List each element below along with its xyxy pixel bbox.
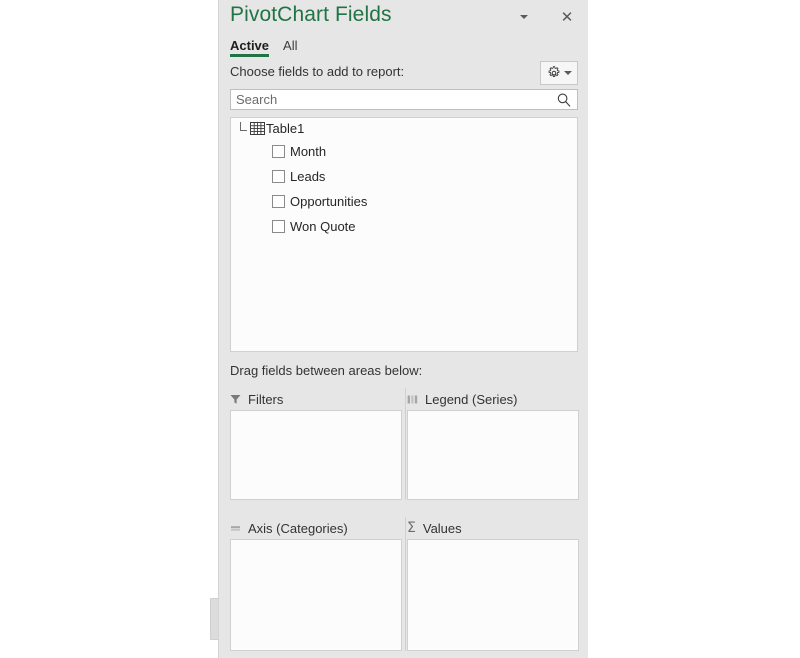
filter-funnel-icon — [230, 394, 241, 404]
pivotchart-fields-pane: PivotChart Fields ✕ Active All Choose fi… — [218, 0, 588, 658]
horizontal-bars-icon — [231, 525, 240, 531]
vertical-bars-icon — [407, 395, 418, 403]
zone-axis-label: Axis (Categories) — [248, 520, 348, 536]
chevron-down-icon — [563, 71, 572, 75]
screenshot-root: PivotChart Fields ✕ Active All Choose fi… — [0, 0, 800, 658]
tab-all[interactable]: All — [283, 38, 297, 57]
field-checkbox[interactable] — [272, 170, 285, 183]
table-name-label: Table1 — [266, 121, 305, 136]
zone-legend-dropbox[interactable] — [407, 410, 579, 500]
field-label: Won Quote — [290, 219, 356, 234]
pane-header: PivotChart Fields ✕ — [219, 0, 588, 36]
choose-fields-label: Choose fields to add to report: — [230, 64, 405, 79]
zone-values: Σ Values — [407, 517, 579, 651]
field-item-leads[interactable]: Leads — [231, 164, 577, 189]
zone-divider-bottom — [405, 517, 406, 651]
drag-areas-hint: Drag fields between areas below: — [230, 363, 423, 378]
zone-filters-label: Filters — [248, 391, 284, 407]
zone-axis: Axis (Categories) — [230, 517, 402, 651]
zone-values-dropbox[interactable] — [407, 539, 579, 651]
field-list-table-row[interactable]: Table1 — [231, 118, 577, 139]
zone-axis-dropbox[interactable] — [230, 539, 402, 651]
search-input[interactable] — [236, 90, 551, 109]
sigma-icon: Σ — [407, 520, 416, 536]
field-item-opportunities[interactable]: Opportunities — [231, 189, 577, 214]
zone-axis-header: Axis (Categories) — [230, 517, 402, 539]
page-title: PivotChart Fields — [230, 3, 392, 26]
zone-filters-header: Filters — [230, 388, 402, 410]
field-checkbox[interactable] — [272, 195, 285, 208]
field-item-month[interactable]: Month — [231, 139, 577, 164]
tree-elbow-icon[interactable] — [237, 122, 250, 135]
tab-active-label: Active — [230, 38, 270, 53]
chevron-down-icon — [520, 15, 528, 19]
field-checkbox[interactable] — [272, 145, 285, 158]
field-label: Leads — [290, 169, 326, 184]
pane-menu-button[interactable] — [513, 6, 535, 28]
pane-tabs: Active All — [230, 38, 297, 57]
close-icon: ✕ — [560, 7, 574, 26]
search-box[interactable] — [230, 89, 578, 110]
zone-values-label: Values — [422, 520, 462, 536]
zone-divider-top — [405, 388, 406, 500]
field-label: Month — [290, 144, 327, 159]
close-button[interactable]: ✕ — [556, 6, 578, 28]
field-list[interactable]: Table1 Month Leads Opportunities Won Quo… — [230, 117, 578, 352]
tab-all-label: All — [283, 38, 298, 53]
zone-filters: Filters — [230, 388, 402, 500]
gear-icon — [548, 66, 559, 78]
table-icon — [250, 122, 265, 135]
choose-fields-row: Choose fields to add to report: — [230, 61, 578, 87]
search-icon[interactable] — [556, 92, 572, 108]
tab-active[interactable]: Active — [230, 38, 270, 57]
field-checkbox[interactable] — [272, 220, 285, 233]
zone-legend-label: Legend (Series) — [425, 391, 518, 407]
zone-filters-dropbox[interactable] — [230, 410, 402, 500]
field-label: Opportunities — [290, 194, 368, 209]
field-item-won-quote[interactable]: Won Quote — [231, 214, 577, 239]
field-list-settings-button[interactable] — [540, 61, 578, 85]
zone-legend-header: Legend (Series) — [407, 388, 579, 410]
zone-values-header: Σ Values — [407, 517, 579, 539]
zone-legend: Legend (Series) — [407, 388, 579, 500]
